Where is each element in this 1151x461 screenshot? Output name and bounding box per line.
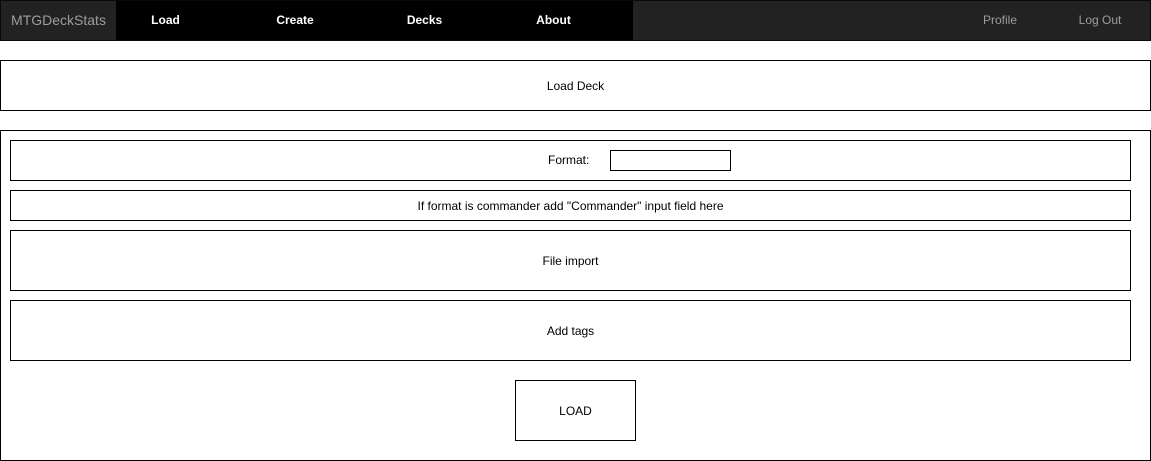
commander-note-row: If format is commander add "Commander" i… [10, 190, 1131, 221]
load-button[interactable]: LOAD [515, 380, 636, 441]
nav-item-logout[interactable]: Log Out [1061, 1, 1139, 40]
add-tags-field[interactable]: Add tags [10, 300, 1131, 361]
nav-item-decks[interactable]: Decks [375, 1, 474, 40]
nav-item-profile[interactable]: Profile [961, 1, 1039, 40]
nav-item-label: Profile [982, 13, 1017, 27]
navbar: MTGDeckStats Load Create Decks About Pro… [0, 0, 1151, 41]
commander-note: If format is commander add "Commander" i… [417, 198, 724, 213]
file-import-dropzone[interactable]: File import [10, 230, 1131, 291]
nav-item-label: Log Out [1078, 13, 1122, 27]
format-input[interactable] [610, 150, 731, 171]
nav-item-label: Decks [406, 13, 443, 27]
add-tags-label: Add tags [546, 323, 595, 338]
nav-item-load[interactable]: Load [116, 1, 215, 40]
page-title: Load Deck [546, 78, 605, 93]
nav-item-label: Create [276, 13, 314, 27]
nav-item-label: About [536, 13, 571, 27]
nav-item-about[interactable]: About [474, 1, 633, 40]
format-label: Format: [548, 153, 590, 167]
nav-item-label: Load [151, 13, 180, 27]
brand-link[interactable]: MTGDeckStats [1, 1, 116, 40]
page-title-panel: Load Deck [0, 60, 1151, 111]
file-import-label: File import [542, 253, 599, 268]
nav-item-create[interactable]: Create [215, 1, 375, 40]
